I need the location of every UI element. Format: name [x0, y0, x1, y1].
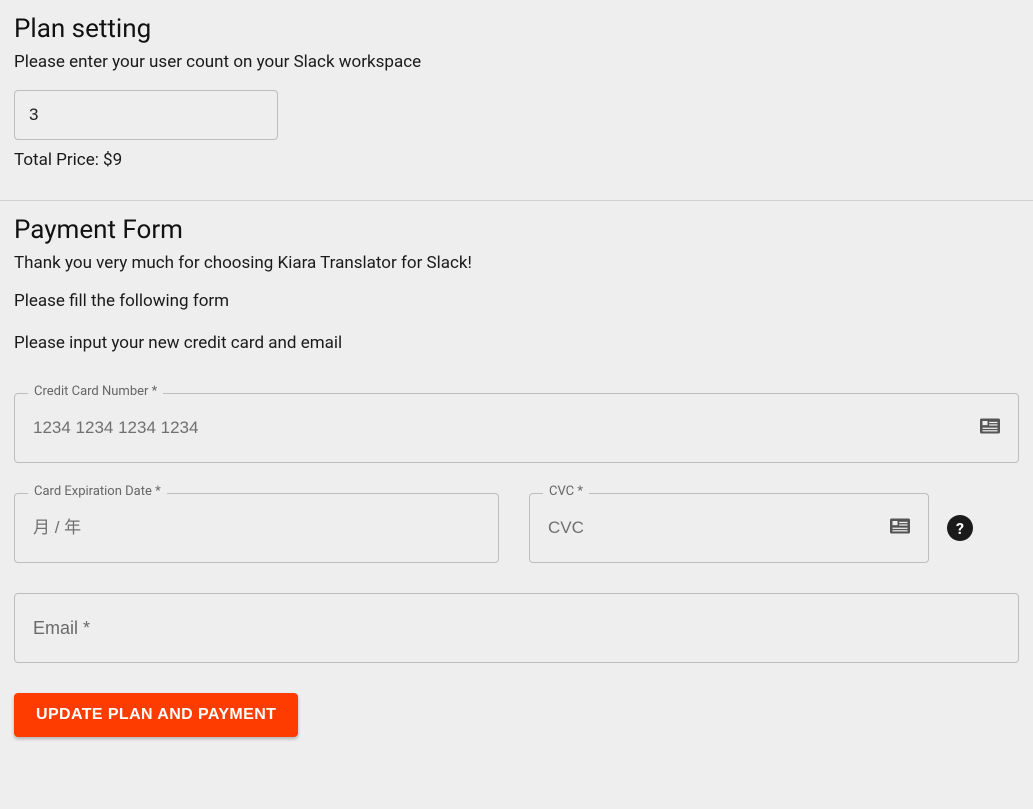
payment-form-section: Payment Form Thank you very much for cho… — [0, 201, 1033, 751]
expiration-field: Card Expiration Date * — [14, 493, 499, 563]
cvc-card-icon — [890, 518, 910, 538]
user-count-input[interactable] — [14, 90, 278, 140]
payment-form-title: Payment Form — [14, 215, 1019, 245]
expiration-input[interactable] — [33, 518, 480, 538]
payment-input-instruction: Please input your new credit card and em… — [14, 333, 1019, 353]
email-field — [14, 593, 1019, 663]
total-price-text: Total Price: $9 — [14, 150, 1019, 170]
plan-setting-subtitle: Please enter your user count on your Sla… — [14, 52, 1019, 72]
credit-card-field: Credit Card Number * — [14, 393, 1019, 463]
expiration-label: Card Expiration Date * — [28, 484, 167, 499]
payment-fill-instruction: Please fill the following form — [14, 291, 1019, 311]
cvc-help-icon[interactable]: ? — [947, 515, 973, 541]
plan-setting-section: Plan setting Please enter your user coun… — [0, 0, 1033, 201]
update-plan-payment-button[interactable]: UPDATE PLAN AND PAYMENT — [14, 693, 298, 737]
expiration-cvc-row: Card Expiration Date * CVC * — [14, 493, 1019, 563]
cvc-field: CVC * — [529, 493, 929, 563]
credit-card-label: Credit Card Number * — [28, 384, 163, 399]
cvc-label: CVC * — [543, 484, 589, 499]
plan-setting-title: Plan setting — [14, 14, 1019, 44]
credit-card-input[interactable] — [33, 418, 972, 438]
payment-thank-you: Thank you very much for choosing Kiara T… — [14, 253, 1019, 273]
email-input[interactable] — [33, 618, 1000, 639]
cvc-input[interactable] — [548, 518, 882, 538]
credit-card-icon — [980, 418, 1000, 438]
